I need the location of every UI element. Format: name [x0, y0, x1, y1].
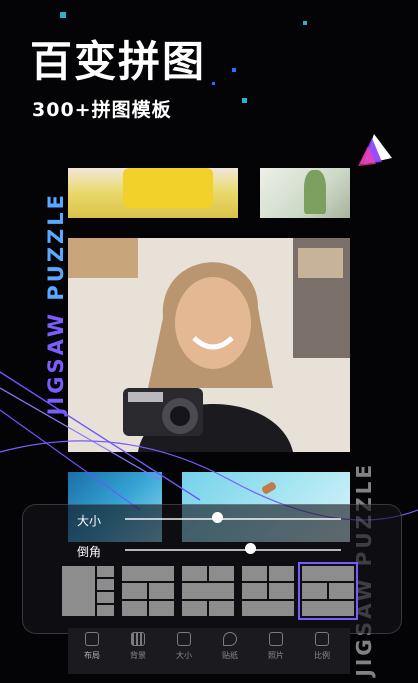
tab-label: 背景: [130, 651, 146, 660]
decor-pixel: [232, 68, 236, 72]
layout-option-1[interactable]: [62, 566, 114, 616]
tab-photo[interactable]: 照片: [256, 630, 296, 672]
decor-pixel: [242, 98, 247, 103]
page-subtitle: 300+拼图模板: [32, 99, 172, 121]
tab-label: 比例: [314, 651, 330, 660]
photo-tile-yellow-chair[interactable]: [68, 168, 238, 218]
page-title: 百变拼图: [30, 37, 207, 86]
tab-size[interactable]: 大小: [164, 630, 204, 672]
triangle-logo-icon: [358, 134, 392, 166]
slider-label-corner: 倒角: [77, 545, 102, 559]
slider-track-corner[interactable]: [125, 549, 341, 551]
resize-icon: [177, 632, 191, 646]
layout-option-2[interactable]: [122, 566, 174, 616]
tab-label: 布局: [84, 651, 100, 660]
tab-sticker[interactable]: 贴纸: [210, 630, 250, 672]
layout-option-5[interactable]: [298, 562, 358, 620]
photo-tile-plant[interactable]: [260, 168, 350, 218]
tab-label: 贴纸: [222, 651, 238, 660]
layout-option-4[interactable]: [242, 566, 294, 616]
photo-icon: [269, 632, 283, 646]
layout-option-3[interactable]: [182, 566, 234, 616]
decor-pixel: [60, 12, 66, 18]
sticker-icon: [223, 632, 237, 646]
tab-layout[interactable]: 布局: [72, 630, 112, 672]
layout-icon: [85, 632, 99, 646]
ratio-icon: [315, 632, 329, 646]
slider-track-size[interactable]: [125, 518, 341, 520]
tab-ratio[interactable]: 比例: [302, 630, 342, 672]
grid-icon: [131, 632, 145, 646]
tab-background[interactable]: 背景: [118, 630, 158, 672]
tab-label: 照片: [268, 651, 284, 660]
slider-knob-corner[interactable]: [244, 543, 256, 554]
tab-label: 大小: [176, 651, 192, 660]
decor-pixel: [212, 82, 215, 85]
decor-pixel: [303, 21, 307, 25]
slider-label-size: 大小: [77, 514, 102, 528]
vertical-title-part2: PUZZLE: [44, 192, 68, 311]
